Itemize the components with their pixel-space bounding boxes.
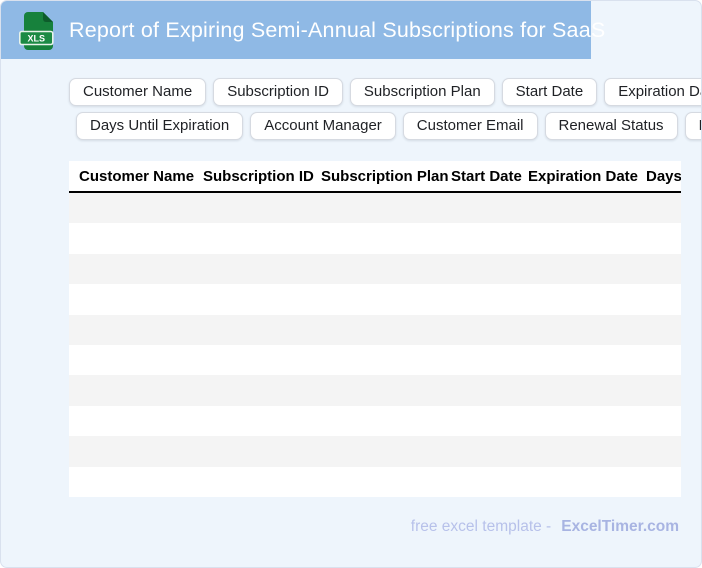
column-header-days-until-expiration: Days Until Expiration — [646, 167, 681, 185]
chips-row-2: Days Until Expiration Account Manager Cu… — [76, 112, 701, 140]
chip-subscription-plan[interactable]: Subscription Plan — [349, 78, 495, 106]
chip-account-manager[interactable]: Account Manager — [250, 112, 396, 140]
chip-customer-email[interactable]: Customer Email — [402, 112, 538, 140]
page-title: Report of Expiring Semi-Annual Subscript… — [69, 17, 606, 42]
xls-file-icon: XLS — [19, 11, 57, 51]
xls-icon-label: XLS — [28, 34, 46, 44]
xls-file-icon-graphic: XLS — [19, 12, 54, 50]
table-row — [69, 253, 681, 285]
footer: free excel template - ExcelTimer.com — [411, 518, 679, 536]
table-row — [69, 436, 681, 467]
column-header-expiration-date: Expiration Date — [528, 167, 639, 185]
template-card: XLS Report of Expiring Semi-Annual Subsc… — [0, 0, 702, 568]
chip-customer-name[interactable]: Customer Name — [69, 78, 207, 106]
chips-row-1: Customer Name Subscription ID Subscripti… — [69, 78, 701, 106]
table-row — [69, 466, 681, 497]
table-row — [69, 344, 681, 376]
chip-notes[interactable]: Notes — [684, 112, 701, 140]
chip-days-until-expiration[interactable]: Days Until Expiration — [76, 112, 244, 140]
table-row — [69, 193, 681, 224]
chip-start-date[interactable]: Start Date — [501, 78, 598, 106]
chip-subscription-id[interactable]: Subscription ID — [213, 78, 343, 106]
footer-brand-link[interactable]: ExcelTimer.com — [561, 518, 679, 536]
table-header-row: Customer Name Subscription ID Subscripti… — [69, 161, 681, 193]
column-header-customer-name: Customer Name — [79, 167, 195, 185]
subscriptions-table: Customer Name Subscription ID Subscripti… — [69, 161, 681, 497]
table-row — [69, 284, 681, 315]
title-bar: XLS Report of Expiring Semi-Annual Subsc… — [1, 1, 605, 59]
column-header-subscription-plan: Subscription Plan — [321, 167, 449, 185]
chip-renewal-status[interactable]: Renewal Status — [544, 112, 678, 140]
table-row — [69, 223, 681, 254]
column-header-subscription-id: Subscription ID — [203, 167, 314, 185]
column-header-start-date: Start Date — [451, 167, 522, 185]
table-row — [69, 405, 681, 437]
table-row — [69, 375, 681, 406]
table-row — [69, 314, 681, 345]
footer-text: free excel template - — [410, 518, 552, 535]
chip-expiration-date[interactable]: Expiration Date — [604, 78, 701, 106]
table-body — [69, 193, 681, 497]
